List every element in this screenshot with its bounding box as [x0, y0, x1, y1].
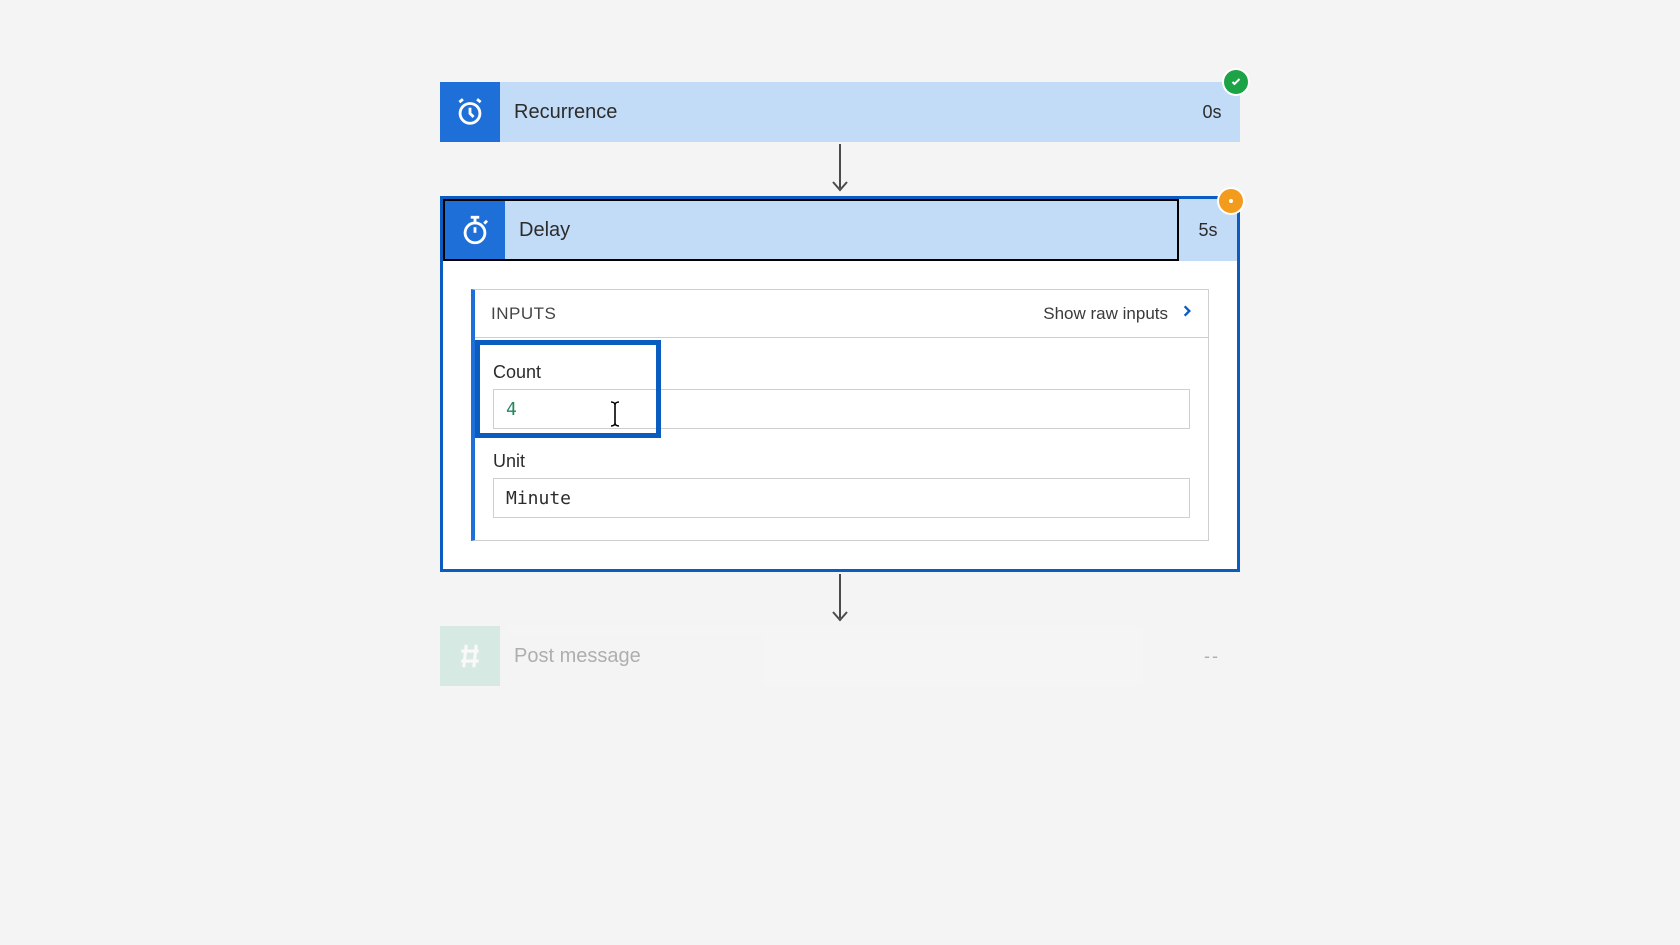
warning-badge-icon — [1219, 189, 1243, 213]
count-label: Count — [493, 362, 1190, 383]
count-value: 4 — [506, 399, 517, 420]
step-title: Delay — [505, 201, 1177, 259]
step-title: Post message — [500, 626, 1184, 686]
step-recurrence[interactable]: Recurrence 0s — [440, 82, 1240, 142]
stopwatch-icon — [445, 201, 505, 259]
unit-label: Unit — [493, 451, 1190, 472]
flow-designer: Recurrence 0s — [440, 82, 1240, 686]
unit-field[interactable]: Minute — [493, 478, 1190, 518]
inputs-heading: INPUTS — [491, 304, 556, 324]
delay-body: INPUTS Show raw inputs — [443, 261, 1237, 569]
count-field[interactable]: 4 — [493, 389, 1190, 429]
show-raw-inputs-link[interactable]: Show raw inputs — [1043, 304, 1168, 324]
alarm-clock-icon — [440, 82, 500, 142]
arrow-down-icon — [440, 572, 1240, 626]
unit-value: Minute — [506, 488, 571, 509]
chevron-right-icon[interactable] — [1180, 304, 1194, 323]
step-post-message[interactable]: Post message -- — [440, 626, 1240, 686]
hash-icon — [440, 626, 500, 686]
success-badge-icon — [1224, 70, 1248, 94]
inputs-panel: INPUTS Show raw inputs — [471, 289, 1209, 541]
step-title: Recurrence — [500, 82, 1184, 142]
step-duration: -- — [1184, 626, 1240, 686]
step-delay[interactable]: Delay 5s INPUTS Show raw inputs — [440, 196, 1240, 572]
arrow-down-icon — [440, 142, 1240, 196]
